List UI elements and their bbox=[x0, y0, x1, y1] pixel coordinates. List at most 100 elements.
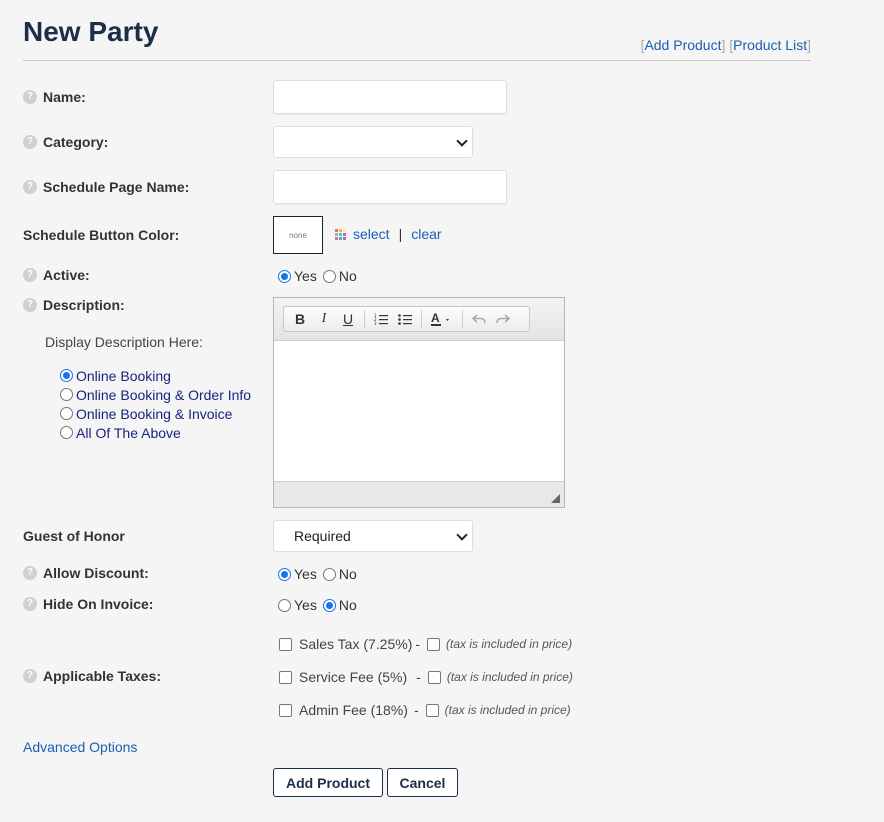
tax-apply-checkbox[interactable] bbox=[279, 703, 292, 717]
active-no-radio[interactable] bbox=[322, 269, 336, 283]
schedule-page-name-input[interactable] bbox=[273, 170, 507, 204]
page-title: New Party bbox=[23, 16, 159, 47]
help-icon[interactable]: ? bbox=[23, 90, 37, 104]
italic-icon[interactable]: I bbox=[312, 308, 336, 330]
hide-on-invoice-yes-option[interactable]: Yes bbox=[278, 597, 317, 613]
underline-icon[interactable]: U bbox=[336, 308, 360, 330]
toolbar-separator bbox=[462, 310, 463, 328]
allow-discount-radio-group: Yes No bbox=[278, 566, 363, 582]
help-icon[interactable]: ? bbox=[23, 180, 37, 194]
display-option-invoice[interactable]: Online Booking & Invoice bbox=[60, 404, 251, 423]
tax-row-service-fee: Service Fee (5%) - (tax is included in p… bbox=[279, 669, 573, 685]
schedule-button-color-label-text: Schedule Button Color: bbox=[23, 227, 180, 243]
hide-on-invoice-no-radio[interactable] bbox=[322, 598, 336, 612]
link-separator: | bbox=[398, 226, 403, 242]
svg-text:3: 3 bbox=[374, 321, 377, 325]
advanced-options-link[interactable]: Advanced Options bbox=[23, 739, 137, 755]
category-label-text: Category: bbox=[43, 134, 109, 150]
help-icon[interactable]: ? bbox=[23, 566, 37, 580]
allow-discount-yes-option[interactable]: Yes bbox=[278, 566, 317, 582]
display-option-all[interactable]: All Of The Above bbox=[60, 423, 251, 442]
cancel-button[interactable]: Cancel bbox=[387, 768, 458, 797]
add-product-link[interactable]: Add Product bbox=[644, 37, 721, 53]
applicable-taxes-label: ? Applicable Taxes: bbox=[23, 668, 161, 684]
allow-discount-label-text: Allow Discount: bbox=[43, 565, 149, 581]
guest-of-honor-select[interactable]: Required bbox=[273, 520, 473, 552]
display-option-radio[interactable] bbox=[60, 388, 73, 401]
tax-included-note: (tax is included in price) bbox=[444, 703, 571, 717]
hide-on-invoice-label: ? Hide On Invoice: bbox=[23, 596, 153, 612]
display-option-online-booking[interactable]: Online Booking bbox=[60, 366, 251, 385]
tax-row-sales-tax: Sales Tax (7.25%) - (tax is included in … bbox=[279, 636, 572, 652]
tax-included-checkbox[interactable] bbox=[427, 670, 441, 684]
editor-toolbar: B I U 123 A bbox=[274, 298, 564, 341]
allow-discount-label: ? Allow Discount: bbox=[23, 565, 149, 581]
undo-icon[interactable] bbox=[467, 308, 491, 330]
ordered-list-icon[interactable]: 123 bbox=[369, 308, 393, 330]
color-swatch[interactable]: none bbox=[273, 216, 323, 254]
name-input[interactable] bbox=[273, 80, 507, 114]
active-yes-label: Yes bbox=[294, 268, 317, 284]
hide-on-invoice-yes-label: Yes bbox=[294, 597, 317, 613]
tax-dash: - bbox=[413, 702, 419, 718]
hide-on-invoice-yes-radio[interactable] bbox=[278, 598, 291, 612]
name-label: ? Name: bbox=[23, 89, 86, 105]
guest-of-honor-label: Guest of Honor bbox=[23, 528, 125, 544]
tax-included-note: (tax is included in price) bbox=[446, 637, 573, 651]
bold-icon[interactable]: B bbox=[288, 308, 312, 330]
allow-discount-no-radio[interactable] bbox=[322, 567, 336, 581]
editor-status-bar bbox=[274, 481, 564, 507]
active-yes-option[interactable]: Yes bbox=[278, 268, 317, 284]
header-links: [Add Product] [Product List] bbox=[640, 37, 811, 53]
display-option-radio[interactable] bbox=[60, 407, 73, 420]
tax-apply-checkbox[interactable] bbox=[279, 637, 292, 651]
tax-included-checkbox[interactable] bbox=[427, 637, 441, 651]
category-label: ? Category: bbox=[23, 134, 108, 150]
active-yes-radio[interactable] bbox=[278, 269, 291, 283]
tax-included-checkbox[interactable] bbox=[425, 703, 439, 717]
display-option-order-info[interactable]: Online Booking & Order Info bbox=[60, 385, 251, 404]
display-description-label: Display Description Here: bbox=[45, 334, 203, 350]
hide-on-invoice-radio-group: Yes No bbox=[278, 597, 363, 613]
resize-handle-icon[interactable] bbox=[551, 494, 560, 503]
tax-apply-checkbox[interactable] bbox=[279, 670, 292, 684]
redo-icon[interactable] bbox=[491, 308, 515, 330]
color-clear-link[interactable]: clear bbox=[411, 226, 441, 242]
bullet-list-icon[interactable] bbox=[393, 308, 417, 330]
display-option-label: Online Booking & Order Info bbox=[76, 386, 252, 403]
help-icon[interactable]: ? bbox=[23, 135, 37, 149]
description-editor: B I U 123 A bbox=[273, 297, 565, 508]
editor-content-area[interactable] bbox=[274, 341, 564, 481]
help-icon[interactable]: ? bbox=[23, 597, 37, 611]
applicable-taxes-label-text: Applicable Taxes: bbox=[43, 668, 162, 684]
display-description-options: Online Booking Online Booking & Order In… bbox=[60, 366, 251, 442]
tax-row-admin-fee: Admin Fee (18%) - (tax is included in pr… bbox=[279, 702, 571, 718]
display-option-label: Online Booking & Invoice bbox=[76, 405, 233, 422]
allow-discount-yes-radio[interactable] bbox=[278, 567, 291, 581]
product-list-link[interactable]: Product List bbox=[733, 37, 807, 53]
help-icon[interactable]: ? bbox=[23, 268, 37, 282]
color-palette-icon[interactable] bbox=[335, 228, 346, 240]
hide-on-invoice-no-label: No bbox=[338, 597, 357, 613]
svg-text:A: A bbox=[431, 311, 440, 325]
allow-discount-no-option[interactable]: No bbox=[322, 566, 357, 582]
display-option-radio[interactable] bbox=[60, 426, 73, 439]
display-option-radio[interactable] bbox=[60, 369, 73, 382]
help-icon[interactable]: ? bbox=[23, 669, 37, 683]
tax-name: Service Fee (5%) bbox=[299, 669, 408, 685]
color-select-link[interactable]: select bbox=[353, 226, 390, 242]
guest-of-honor-label-text: Guest of Honor bbox=[23, 528, 125, 544]
active-label-text: Active: bbox=[43, 267, 90, 283]
description-label: ? Description: bbox=[23, 297, 125, 313]
name-label-text: Name: bbox=[43, 89, 86, 105]
toolbar-separator bbox=[364, 310, 365, 328]
add-product-button[interactable]: Add Product bbox=[273, 768, 383, 797]
tax-dash: - bbox=[415, 636, 421, 652]
display-option-label: Online Booking bbox=[76, 367, 171, 384]
active-no-option[interactable]: No bbox=[322, 268, 357, 284]
page-header: New Party [Add Product] [Product List] bbox=[23, 14, 811, 61]
font-color-icon[interactable]: A bbox=[426, 308, 458, 330]
help-icon[interactable]: ? bbox=[23, 298, 37, 312]
category-select[interactable] bbox=[273, 126, 473, 158]
hide-on-invoice-no-option[interactable]: No bbox=[322, 597, 357, 613]
